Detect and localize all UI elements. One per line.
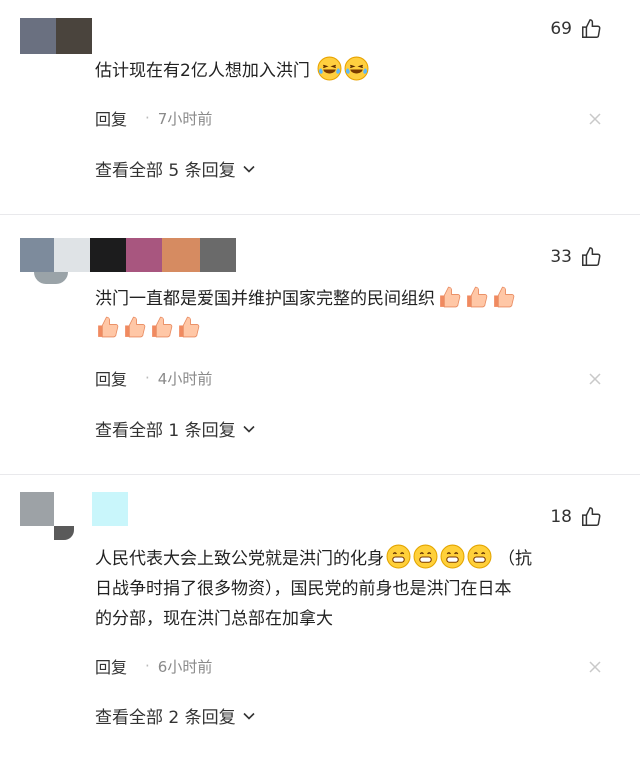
- close-icon[interactable]: [588, 660, 602, 674]
- thumbs-up-emoji: [467, 286, 488, 308]
- thumbs-up-icon: [582, 19, 601, 38]
- thumbs-up-emoji: [494, 286, 515, 308]
- grinning-emoji: [440, 544, 465, 569]
- laughing-crying-emoji: [317, 56, 342, 81]
- thumbs-up-icon: [582, 247, 601, 266]
- timestamp: 6小时前: [157, 657, 213, 676]
- comment-text: 洪门一直都是爱国并维护国家完整的民间组织: [95, 284, 610, 344]
- like-counter[interactable]: 69: [550, 18, 602, 40]
- thumbs-up-emoji: [152, 316, 173, 338]
- laughing-crying-emoji: [344, 56, 369, 81]
- thumbs-up-emoji: [98, 316, 119, 338]
- chevron-down-icon: [243, 165, 255, 173]
- chevron-down-icon: [243, 425, 255, 433]
- like-count: 33: [550, 247, 572, 267]
- reply-button[interactable]: 回复: [95, 654, 127, 678]
- meta-separator: ·: [145, 109, 150, 127]
- user-avatar-pixelated[interactable]: [20, 492, 130, 546]
- user-avatar-pixelated[interactable]: [20, 18, 92, 54]
- comment-meta: 回复 · 4小时前: [95, 366, 212, 390]
- like-counter[interactable]: 18: [550, 506, 602, 528]
- comment-divider: [0, 214, 640, 215]
- user-avatar-pixelated[interactable]: [20, 238, 236, 284]
- view-all-replies-button[interactable]: 查看全部 2 条回复: [95, 703, 256, 728]
- comment-meta: 回复 · 7小时前: [95, 106, 212, 130]
- thumbs-up-icon: [582, 507, 601, 526]
- thumbs-up-emoji: [440, 286, 461, 308]
- close-icon[interactable]: [588, 372, 602, 386]
- comment-text: 人民代表大会上致公党就是洪门的化身 （抗 日战争时捐了很多物资），国民党的前身也是…: [95, 544, 610, 634]
- reply-button[interactable]: 回复: [95, 106, 127, 130]
- grinning-emoji: [467, 544, 492, 569]
- chevron-down-icon: [243, 712, 255, 720]
- grinning-emoji: [386, 544, 411, 569]
- close-icon[interactable]: [588, 112, 602, 126]
- comment-meta: 回复 · 6小时前: [95, 654, 212, 678]
- view-all-replies-button[interactable]: 查看全部 1 条回复: [95, 416, 256, 441]
- thumbs-up-emoji: [125, 316, 146, 338]
- meta-separator: ·: [145, 657, 150, 675]
- comment-divider: [0, 474, 640, 475]
- view-all-replies-button[interactable]: 查看全部 5 条回复: [95, 156, 256, 181]
- timestamp: 4小时前: [157, 369, 213, 388]
- timestamp: 7小时前: [157, 109, 213, 128]
- reply-button[interactable]: 回复: [95, 366, 127, 390]
- comment-text: 估计现在有2亿人想加入洪门: [95, 56, 610, 85]
- like-counter[interactable]: 33: [550, 246, 602, 268]
- meta-separator: ·: [145, 369, 150, 387]
- thumbs-up-emoji: [179, 316, 200, 338]
- like-count: 18: [550, 507, 572, 527]
- like-count: 69: [550, 19, 572, 39]
- grinning-emoji: [413, 544, 438, 569]
